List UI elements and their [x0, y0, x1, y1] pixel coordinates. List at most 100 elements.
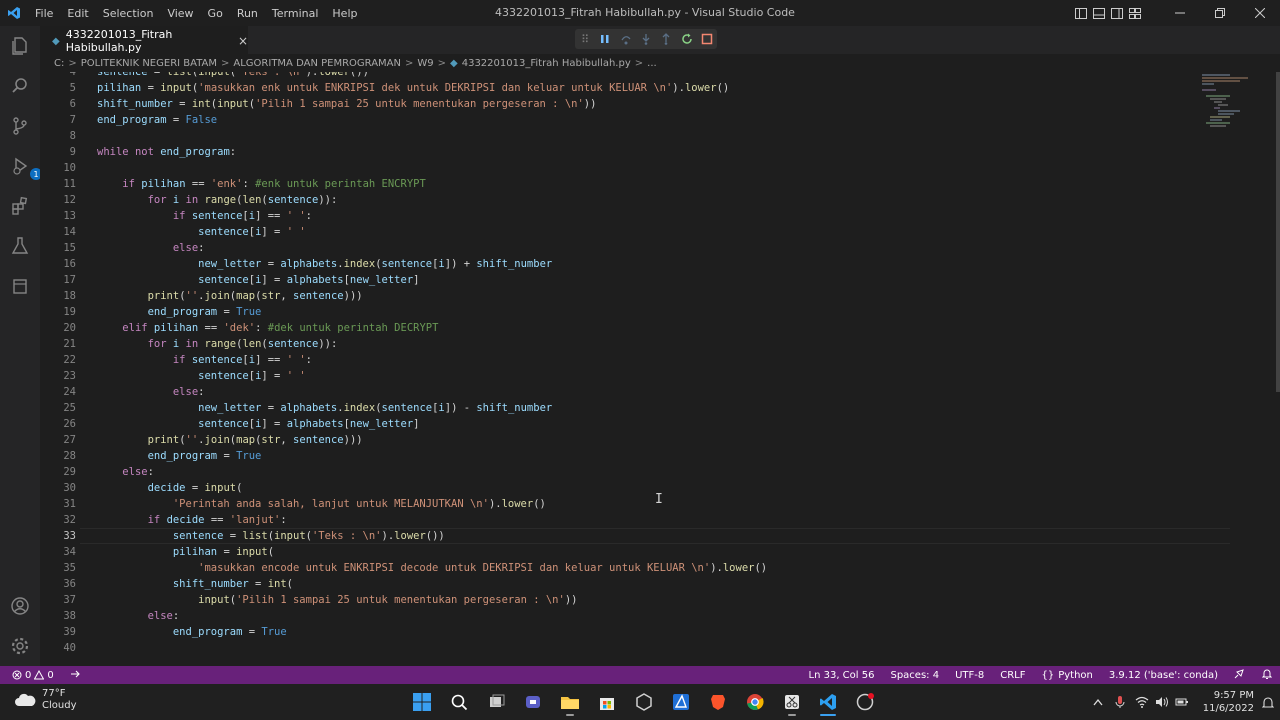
code-line[interactable]: 38 else:: [40, 608, 1200, 624]
drag-handle-icon[interactable]: ⠿: [578, 32, 592, 46]
code-line[interactable]: 8: [40, 128, 1200, 144]
breadcrumb-item[interactable]: C:: [54, 58, 64, 69]
code-line[interactable]: 23 sentence[i] = ' ': [40, 368, 1200, 384]
github-desktop-icon[interactable]: [853, 690, 877, 714]
code-line[interactable]: 21 for i in range(len(sentence)):: [40, 336, 1200, 352]
code-line[interactable]: 27 print(''.join(map(str, sentence))): [40, 432, 1200, 448]
explorer-icon[interactable]: [8, 34, 32, 58]
unity-hub-icon[interactable]: [632, 690, 656, 714]
vscode-logo-icon[interactable]: [0, 0, 28, 26]
notification-center-icon[interactable]: [1261, 695, 1275, 714]
chrome-browser-icon[interactable]: [743, 690, 767, 714]
wifi-icon[interactable]: [1132, 696, 1152, 708]
code-line[interactable]: 25 new_letter = alphabets.index(sentence…: [40, 400, 1200, 416]
toggle-panel-icon[interactable]: [1090, 0, 1108, 26]
code-line[interactable]: 30 decide = input(: [40, 480, 1200, 496]
weather-widget[interactable]: 77°F Cloudy: [14, 688, 76, 712]
code-line[interactable]: 14 sentence[i] = ' ': [40, 224, 1200, 240]
encoding[interactable]: UTF-8: [947, 670, 992, 681]
code-line[interactable]: 17 sentence[i] = alphabets[new_letter]: [40, 272, 1200, 288]
menu-edit[interactable]: Edit: [60, 7, 95, 20]
code-line[interactable]: 33 sentence = list(input('Teks : \n').lo…: [40, 528, 1200, 544]
code-line[interactable]: 10: [40, 160, 1200, 176]
show-hidden-icons-chevron-icon[interactable]: [1088, 698, 1108, 706]
code-line[interactable]: 40: [40, 640, 1200, 656]
microphone-icon[interactable]: [1108, 695, 1132, 709]
microsoft-store-icon[interactable]: [595, 690, 619, 714]
breadcrumb-item[interactable]: 4332201013_Fitrah Habibullah.py: [462, 58, 631, 69]
brave-browser-icon[interactable]: [706, 690, 730, 714]
search-icon[interactable]: [8, 74, 32, 98]
code-line[interactable]: 22 if sentence[i] == ' ':: [40, 352, 1200, 368]
menu-selection[interactable]: Selection: [96, 7, 161, 20]
code-line[interactable]: 7 end_program = False: [40, 112, 1200, 128]
tab-close-icon[interactable]: ×: [238, 34, 248, 48]
menu-view[interactable]: View: [160, 7, 200, 20]
toggle-primary-sidebar-icon[interactable]: [1072, 0, 1090, 26]
volume-icon[interactable]: [1152, 696, 1172, 708]
task-view-icon[interactable]: [485, 690, 509, 714]
extensions-icon[interactable]: [8, 194, 32, 218]
customize-layout-icon[interactable]: [1126, 0, 1144, 26]
testing-icon[interactable]: [8, 234, 32, 258]
python-interpreter[interactable]: 3.9.12 ('base': conda): [1101, 670, 1226, 681]
taskbar-search-icon[interactable]: [447, 690, 471, 714]
menu-go[interactable]: Go: [201, 7, 230, 20]
battery-icon[interactable]: [1172, 696, 1192, 708]
snipping-tool-icon[interactable]: [780, 690, 804, 716]
run-and-debug-icon[interactable]: 1: [8, 154, 42, 180]
source-control-icon[interactable]: [8, 114, 32, 138]
stop-icon[interactable]: [700, 32, 714, 46]
menu-help[interactable]: Help: [325, 7, 364, 20]
notifications-bell-icon[interactable]: [1254, 668, 1280, 682]
minimize-button[interactable]: [1160, 0, 1200, 26]
menu-file[interactable]: File: [28, 7, 60, 20]
code-line[interactable]: 28 end_program = True: [40, 448, 1200, 464]
code-line[interactable]: 18 print(''.join(map(str, sentence))): [40, 288, 1200, 304]
code-line[interactable]: 35 'masukkan encode untuk ENKRIPSI decod…: [40, 560, 1200, 576]
language-mode[interactable]: {} Python: [1033, 670, 1100, 681]
vscode-taskbar-icon[interactable]: [816, 690, 840, 716]
code-line[interactable]: 26 sentence[i] = alphabets[new_letter]: [40, 416, 1200, 432]
menu-terminal[interactable]: Terminal: [265, 7, 326, 20]
cursor-position[interactable]: Ln 33, Col 56: [801, 670, 883, 681]
step-over-icon[interactable]: [619, 32, 633, 46]
code-line[interactable]: 34 pilihan = input(: [40, 544, 1200, 560]
restore-button[interactable]: [1200, 0, 1240, 26]
code-line[interactable]: 37 input('Pilih 1 sampai 25 untuk menent…: [40, 592, 1200, 608]
code-line[interactable]: 32 if decide == 'lanjut':: [40, 512, 1200, 528]
debug-launch-icon[interactable]: [62, 669, 90, 682]
toggle-secondary-sidebar-icon[interactable]: [1108, 0, 1126, 26]
minimap[interactable]: [1200, 72, 1264, 132]
code-line[interactable]: 29 else:: [40, 464, 1200, 480]
code-line[interactable]: 6 shift_number = int(input('Pilih 1 sampa…: [40, 96, 1200, 112]
settings-gear-icon[interactable]: [8, 634, 32, 658]
code-line[interactable]: 13 if sentence[i] == ' ':: [40, 208, 1200, 224]
indentation[interactable]: Spaces: 4: [882, 670, 947, 681]
code-line[interactable]: 36 shift_number = int(: [40, 576, 1200, 592]
close-window-button[interactable]: [1240, 0, 1280, 26]
vertical-scrollbar[interactable]: [1276, 72, 1280, 392]
start-button-windows-icon[interactable]: [410, 690, 434, 714]
code-line[interactable]: 9 while not end_program:: [40, 144, 1200, 160]
feedback-icon[interactable]: [1226, 668, 1254, 682]
teams-chat-icon[interactable]: [521, 690, 545, 714]
pause-icon[interactable]: [598, 32, 612, 46]
code-line[interactable]: 24 else:: [40, 384, 1200, 400]
code-line[interactable]: 39 end_program = True: [40, 624, 1200, 640]
code-line[interactable]: 15 else:: [40, 240, 1200, 256]
accounts-icon[interactable]: [8, 594, 32, 618]
problems-indicator[interactable]: 0 0: [0, 670, 62, 681]
breadcrumb-item[interactable]: ALGORITMA DAN PEMROGRAMAN: [233, 58, 401, 69]
breadcrumb-item[interactable]: ...: [647, 58, 657, 69]
code-line[interactable]: 31 'Perintah anda salah, lanjut untuk ME…: [40, 496, 1200, 512]
taskbar-clock[interactable]: 9:57 PM 11/6/2022: [1203, 689, 1254, 715]
file-explorer-icon[interactable]: [558, 690, 582, 716]
code-line[interactable]: 12 for i in range(len(sentence)):: [40, 192, 1200, 208]
step-into-icon[interactable]: [639, 32, 653, 46]
remote-explorer-icon[interactable]: [8, 274, 32, 298]
azure-app-icon[interactable]: [669, 690, 693, 714]
code-line[interactable]: 11 if pilihan == 'enk': #enk untuk perin…: [40, 176, 1200, 192]
breadcrumb-item[interactable]: W9: [417, 58, 433, 69]
code-line[interactable]: 16 new_letter = alphabets.index(sentence…: [40, 256, 1200, 272]
